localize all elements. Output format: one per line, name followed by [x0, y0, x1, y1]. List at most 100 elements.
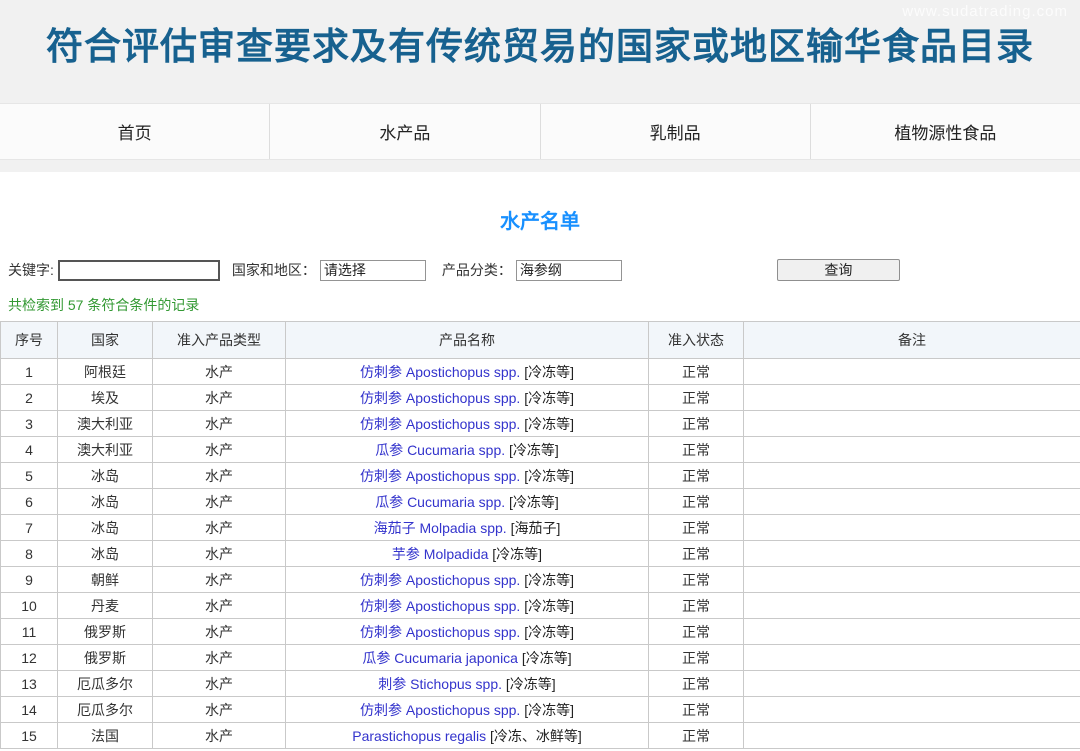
- product-suffix: [冷冻等]: [520, 702, 574, 718]
- row-product-name: 海茄子 Molpadia spp. [海茄子]: [286, 515, 649, 541]
- row-country: 阿根廷: [58, 359, 153, 385]
- row-remark: [744, 541, 1080, 567]
- row-product-name: 刺参 Stichopus spp. [冷冻等]: [286, 671, 649, 697]
- nav-item-aquatic-products[interactable]: 水产品: [270, 104, 540, 159]
- product-link[interactable]: 仿刺参 Apostichopus spp.: [360, 416, 520, 432]
- row-product-type: 水产: [153, 463, 286, 489]
- row-country: 澳大利亚: [58, 437, 153, 463]
- product-suffix: [冷冻等]: [520, 624, 574, 640]
- row-status: 正常: [649, 567, 744, 593]
- row-remark: [744, 385, 1080, 411]
- row-product-name: 瓜参 Cucumaria japonica [冷冻等]: [286, 645, 649, 671]
- product-suffix: [冷冻等]: [518, 650, 572, 666]
- row-remark: [744, 671, 1080, 697]
- product-suffix: [冷冻等]: [520, 364, 574, 380]
- row-country: 法国: [58, 723, 153, 749]
- category-label: 产品分类：: [442, 260, 512, 280]
- row-status: 正常: [649, 619, 744, 645]
- row-number: 9: [1, 567, 58, 593]
- keyword-label: 关键字:: [8, 260, 54, 280]
- row-product-type: 水产: [153, 697, 286, 723]
- row-number: 10: [1, 593, 58, 619]
- header-status: 准入状态: [649, 322, 744, 359]
- product-suffix: [冷冻等]: [520, 598, 574, 614]
- product-link[interactable]: 瓜参 Cucumaria japonica: [362, 650, 518, 666]
- results-table: 序号 国家 准入产品类型 产品名称 准入状态 备注 1 阿根廷 水产 仿刺参 A…: [0, 321, 1080, 749]
- row-product-name: 仿刺参 Apostichopus spp. [冷冻等]: [286, 567, 649, 593]
- row-product-type: 水产: [153, 671, 286, 697]
- nav-item-plant-based-foods[interactable]: 植物源性食品: [811, 104, 1080, 159]
- row-status: 正常: [649, 437, 744, 463]
- row-country: 厄瓜多尔: [58, 671, 153, 697]
- nav-item-home[interactable]: 首页: [0, 104, 270, 159]
- table-row: 2 埃及 水产 仿刺参 Apostichopus spp. [冷冻等] 正常: [1, 385, 1080, 411]
- product-link[interactable]: 海茄子 Molpadia spp.: [374, 520, 507, 536]
- product-link[interactable]: 刺参 Stichopus spp.: [378, 676, 502, 692]
- result-summary: 共检索到 57 条符合条件的记录: [0, 295, 1080, 313]
- product-link[interactable]: 仿刺参 Apostichopus spp.: [360, 702, 520, 718]
- product-link[interactable]: 仿刺参 Apostichopus spp.: [360, 390, 520, 406]
- nav-item-label: 乳制品: [650, 119, 701, 144]
- row-product-type: 水产: [153, 541, 286, 567]
- product-suffix: [冷冻等]: [520, 390, 574, 406]
- row-product-type: 水产: [153, 385, 286, 411]
- row-country: 冰岛: [58, 489, 153, 515]
- row-product-type: 水产: [153, 437, 286, 463]
- row-product-name: 仿刺参 Apostichopus spp. [冷冻等]: [286, 411, 649, 437]
- table-header-row: 序号 国家 准入产品类型 产品名称 准入状态 备注: [1, 322, 1080, 359]
- row-product-name: 仿刺参 Apostichopus spp. [冷冻等]: [286, 359, 649, 385]
- table-row: 6 冰岛 水产 瓜参 Cucumaria spp. [冷冻等] 正常: [1, 489, 1080, 515]
- table-row: 10 丹麦 水产 仿刺参 Apostichopus spp. [冷冻等] 正常: [1, 593, 1080, 619]
- row-product-name: 仿刺参 Apostichopus spp. [冷冻等]: [286, 593, 649, 619]
- search-bar: 关键字: 国家和地区： 产品分类： 查询: [0, 258, 1080, 282]
- product-suffix: [海茄子]: [507, 520, 561, 536]
- product-link[interactable]: 仿刺参 Apostichopus spp.: [360, 468, 520, 484]
- divider-strip: [0, 160, 1080, 172]
- row-product-type: 水产: [153, 567, 286, 593]
- header-product-type: 准入产品类型: [153, 322, 286, 359]
- country-select[interactable]: [320, 260, 426, 281]
- row-country: 丹麦: [58, 593, 153, 619]
- row-remark: [744, 723, 1080, 749]
- row-product-type: 水产: [153, 411, 286, 437]
- row-product-name: Parastichopus regalis [冷冻、冰鲜等]: [286, 723, 649, 749]
- nav-item-label: 首页: [118, 119, 152, 144]
- row-product-name: 瓜参 Cucumaria spp. [冷冻等]: [286, 437, 649, 463]
- table-row: 12 俄罗斯 水产 瓜参 Cucumaria japonica [冷冻等] 正常: [1, 645, 1080, 671]
- product-link[interactable]: 瓜参 Cucumaria spp.: [375, 494, 505, 510]
- product-suffix: [冷冻等]: [505, 494, 559, 510]
- row-remark: [744, 645, 1080, 671]
- row-remark: [744, 593, 1080, 619]
- header-remark: 备注: [744, 322, 1080, 359]
- row-remark: [744, 567, 1080, 593]
- keyword-input[interactable]: [58, 260, 220, 281]
- row-product-name: 芋参 Molpadida [冷冻等]: [286, 541, 649, 567]
- product-link[interactable]: 仿刺参 Apostichopus spp.: [360, 364, 520, 380]
- row-number: 1: [1, 359, 58, 385]
- row-number: 2: [1, 385, 58, 411]
- row-status: 正常: [649, 411, 744, 437]
- product-suffix: [冷冻等]: [520, 572, 574, 588]
- table-row: 11 俄罗斯 水产 仿刺参 Apostichopus spp. [冷冻等] 正常: [1, 619, 1080, 645]
- product-link[interactable]: 瓜参 Cucumaria spp.: [375, 442, 505, 458]
- row-product-name: 瓜参 Cucumaria spp. [冷冻等]: [286, 489, 649, 515]
- product-link[interactable]: 仿刺参 Apostichopus spp.: [360, 624, 520, 640]
- row-country: 厄瓜多尔: [58, 697, 153, 723]
- product-link[interactable]: 仿刺参 Apostichopus spp.: [360, 572, 520, 588]
- nav-item-dairy-products[interactable]: 乳制品: [541, 104, 811, 159]
- product-link[interactable]: 芋参 Molpadida: [392, 546, 489, 562]
- category-select[interactable]: [516, 260, 622, 281]
- row-number: 15: [1, 723, 58, 749]
- row-country: 埃及: [58, 385, 153, 411]
- row-status: 正常: [649, 723, 744, 749]
- table-row: 14 厄瓜多尔 水产 仿刺参 Apostichopus spp. [冷冻等] 正…: [1, 697, 1080, 723]
- product-link[interactable]: Parastichopus regalis: [352, 728, 486, 744]
- row-number: 4: [1, 437, 58, 463]
- header-no: 序号: [1, 322, 58, 359]
- query-button[interactable]: 查询: [777, 259, 900, 281]
- product-link[interactable]: 仿刺参 Apostichopus spp.: [360, 598, 520, 614]
- row-product-type: 水产: [153, 489, 286, 515]
- row-remark: [744, 463, 1080, 489]
- row-status: 正常: [649, 359, 744, 385]
- product-suffix: [冷冻等]: [505, 442, 559, 458]
